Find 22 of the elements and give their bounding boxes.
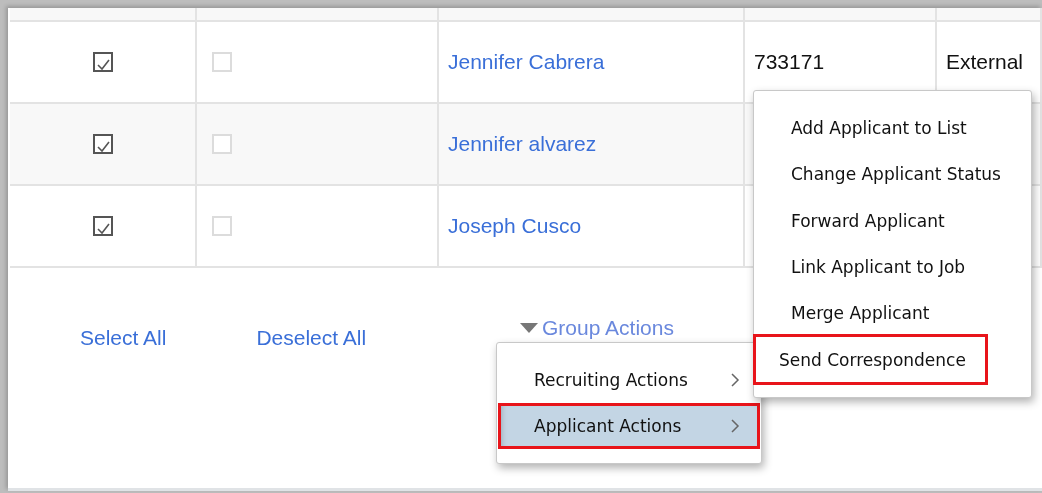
select-all-link[interactable]: Select All: [80, 326, 167, 350]
menu-item[interactable]: Forward Applicant: [755, 197, 965, 244]
deselect-all-link[interactable]: Deselect All: [256, 326, 367, 350]
applicant-name-link[interactable]: Jennifer Cabrera: [448, 50, 605, 74]
checkmark-icon: [94, 139, 111, 155]
menu-item[interactable]: Change Applicant Status: [755, 151, 1021, 198]
applicant-type: External: [946, 50, 1024, 74]
menu-item[interactable]: Applicant Actions: [498, 403, 760, 449]
checkbox[interactable]: [92, 216, 113, 236]
applicant-name-link[interactable]: Joseph Cusco: [448, 214, 582, 238]
checkbox[interactable]: [92, 134, 113, 154]
caret-down-icon: [520, 323, 538, 333]
menu-item[interactable]: Add Applicant to List: [755, 105, 987, 152]
checkmark-icon: [94, 57, 111, 73]
checkbox[interactable]: [92, 52, 113, 72]
checkmark-icon: [94, 221, 111, 237]
applicant-name-link[interactable]: Jennifer alvarez: [448, 132, 597, 156]
chevron-right-icon: [730, 372, 740, 388]
menu-item[interactable]: Link Applicant to Job: [755, 243, 986, 291]
chevron-right-icon: [730, 418, 740, 434]
applicant-id: 733171: [754, 50, 825, 74]
menu-item[interactable]: Merge Applicant: [755, 290, 950, 337]
